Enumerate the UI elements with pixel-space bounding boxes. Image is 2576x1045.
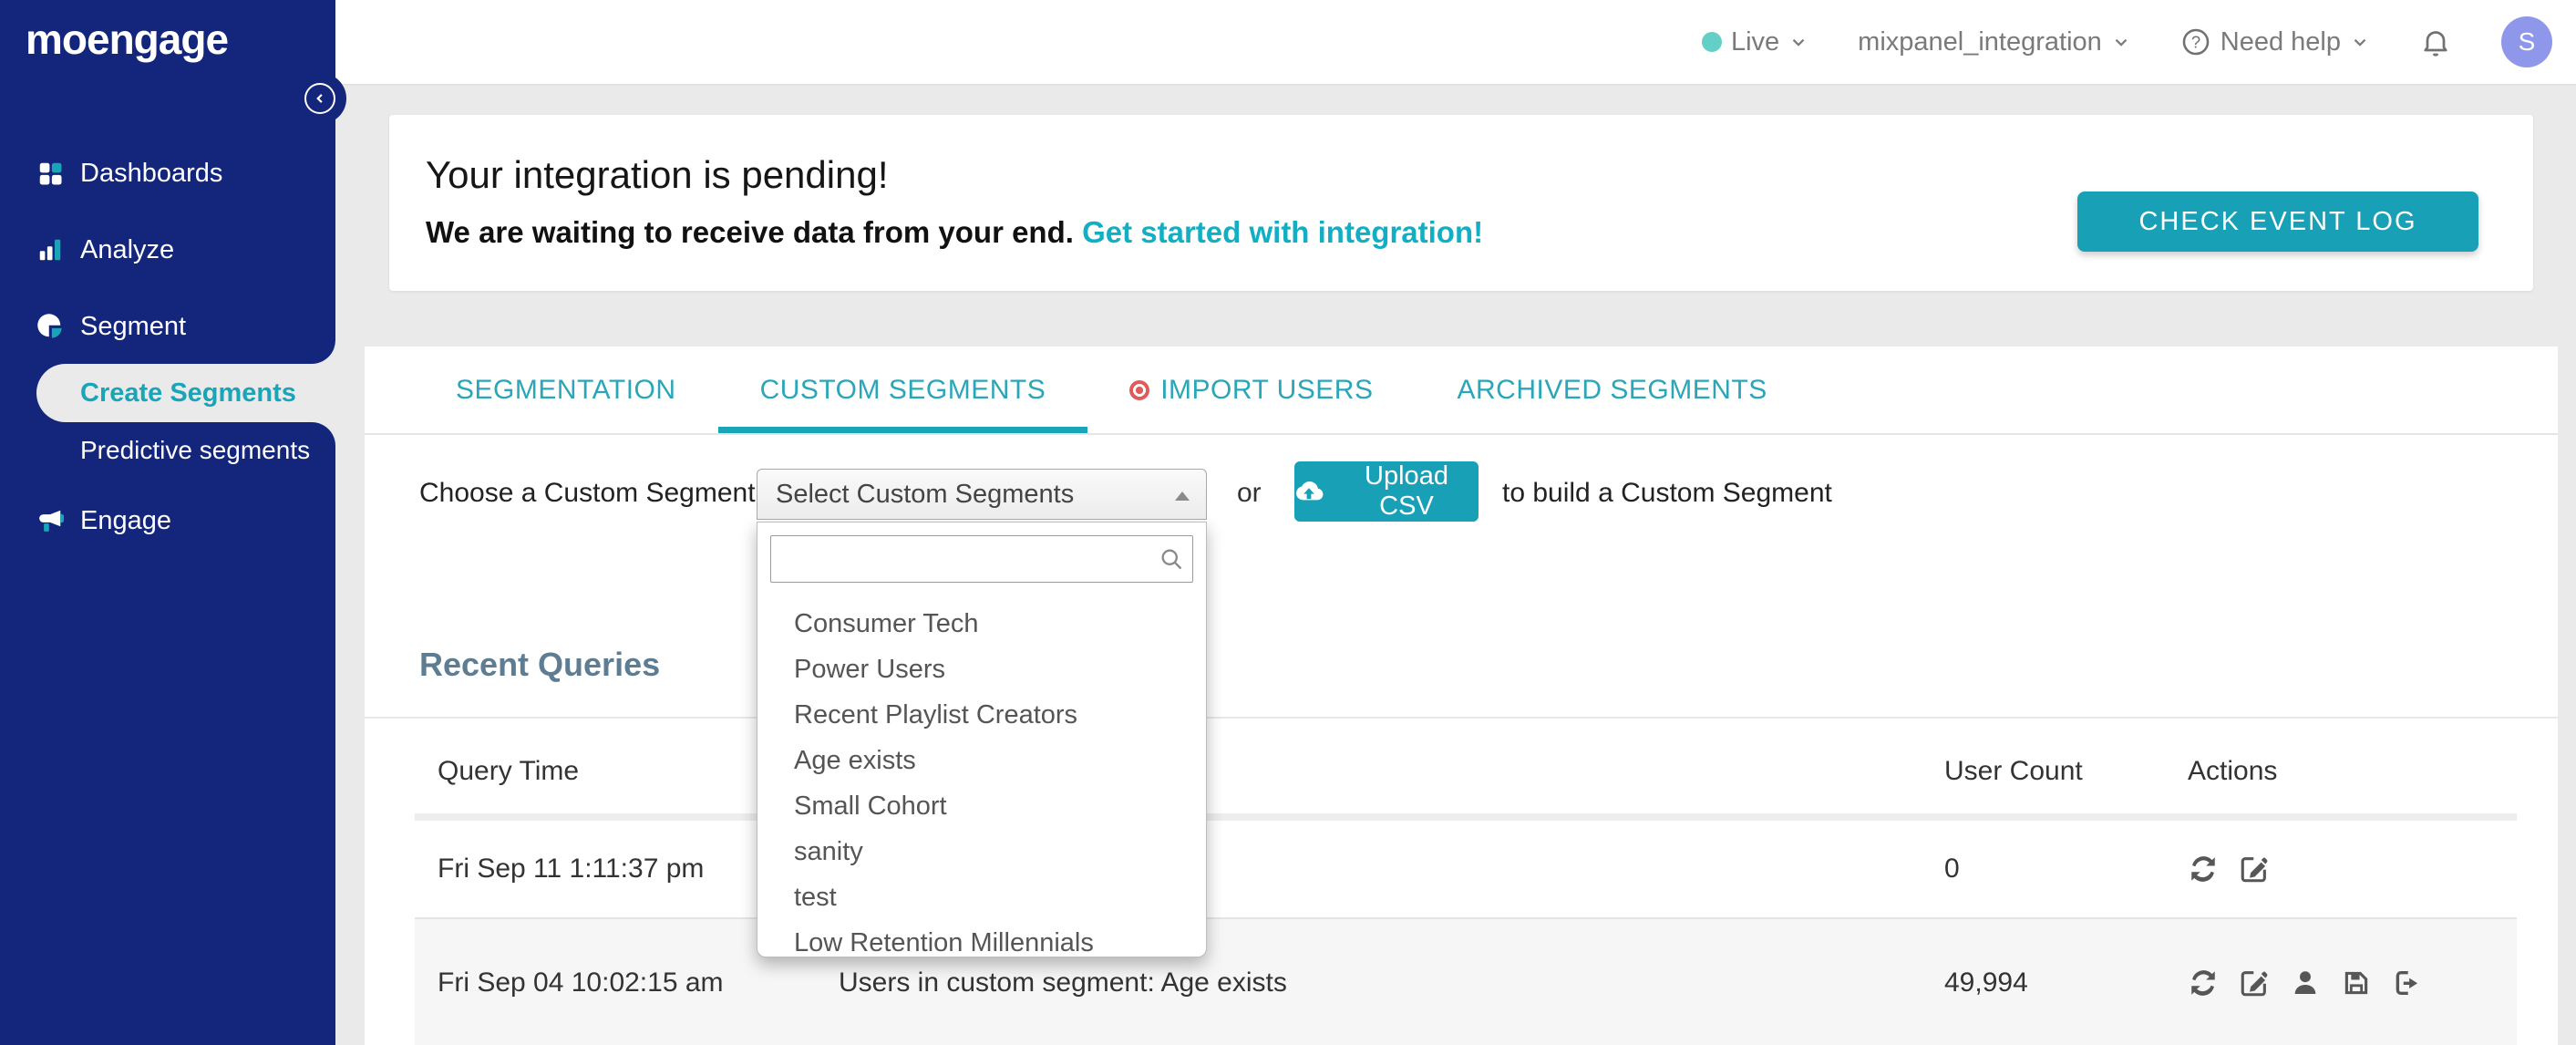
check-event-log-button[interactable]: CHECK EVENT LOG [2077, 191, 2478, 252]
sidebar-item-engage[interactable]: Engage [0, 501, 335, 541]
sidebar-item-dashboards[interactable]: Dashboards [0, 153, 335, 193]
sidebar-item-predictive-segments[interactable]: Predictive segments [36, 432, 335, 469]
edit-icon[interactable] [2239, 967, 2270, 998]
user-avatar[interactable]: S [2501, 16, 2552, 67]
top-header: Live mixpanel_integration ? Need help S [335, 0, 2576, 86]
upload-csv-label: Upload CSV [1365, 461, 1448, 521]
actions-cell [2174, 967, 2517, 998]
sidebar-collapse-button[interactable] [304, 83, 335, 114]
search-icon [1159, 546, 1184, 576]
megaphone-icon [36, 507, 66, 534]
custom-segment-dropdown: Consumer Tech Power Users Recent Playlist … [757, 522, 1207, 957]
segment-tabs: SEGMENTATION CUSTOM SEGMENTS IMPORT USER… [365, 347, 2558, 435]
export-icon[interactable] [2392, 967, 2423, 998]
custom-segment-select[interactable]: Select Custom Segments [757, 469, 1207, 520]
sidebar-item-label: Analyze [80, 234, 175, 264]
question-circle-icon: ? [2180, 26, 2211, 57]
table-row: Fri Sep 11 1:11:37 pm 0 [415, 821, 2517, 919]
column-header-user-count: User Count [1944, 756, 2083, 786]
environment-label: Live [1730, 26, 1780, 57]
dropdown-option[interactable]: test [757, 874, 1206, 920]
pie-chart-icon [36, 313, 64, 340]
banner-title: Your integration is pending! [426, 153, 889, 196]
bar-chart-icon [36, 236, 64, 264]
get-started-link[interactable]: Get started with integration! [1082, 215, 1483, 249]
query-time-cell: Fri Sep 04 10:02:15 am [438, 967, 724, 998]
query-cell: Users in custom segment: Age exists [839, 967, 1287, 998]
recent-queries-table: Query Time User Count Actions Fri Sep 11… [415, 729, 2517, 1045]
workspace-dropdown[interactable]: mixpanel_integration [1858, 27, 2131, 57]
build-segment-text: to build a Custom Segment [1502, 478, 1832, 508]
refresh-icon[interactable] [2188, 967, 2219, 998]
select-value: Select Custom Segments [776, 480, 1075, 509]
chevron-left-icon [312, 90, 328, 107]
red-status-dot-icon [1129, 379, 1150, 400]
tab-custom-segments[interactable]: CUSTOM SEGMENTS [717, 347, 1088, 433]
live-status-dot-icon [1701, 32, 1722, 52]
dropdown-options: Consumer Tech Power Users Recent Playlist … [757, 595, 1206, 966]
sidebar-item-label: Dashboards [80, 158, 223, 188]
segments-card: SEGMENTATION CUSTOM SEGMENTS IMPORT USER… [365, 347, 2558, 1045]
need-help-label: Need help [2220, 26, 2341, 57]
dropdown-option[interactable]: Recent Playlist Creators [757, 692, 1206, 738]
dashboards-grid-icon [36, 160, 64, 187]
column-header-actions: Actions [2188, 756, 2278, 786]
chevron-down-icon [1788, 32, 1808, 52]
or-text: or [1237, 478, 1262, 508]
dropdown-option[interactable]: Age exists [757, 738, 1206, 783]
sidebar-item-label: Segment [80, 311, 187, 341]
sidebar: moengage Dashboards Analyze Segment Crea… [0, 0, 346, 1045]
need-help-dropdown[interactable]: ? Need help [2180, 26, 2370, 57]
upload-csv-button[interactable]: Upload CSV [1294, 461, 1479, 522]
sidebar-subitem-label: Create Segments [80, 378, 296, 408]
tab-label: ARCHIVED SEGMENTS [1457, 374, 1767, 405]
chevron-down-icon [2111, 32, 2131, 52]
environment-dropdown[interactable]: Live [1701, 26, 1808, 57]
edit-icon[interactable] [2239, 854, 2270, 885]
tab-archived-segments[interactable]: ARCHIVED SEGMENTS [1415, 347, 1808, 433]
table-header-row: Query Time User Count Actions [415, 729, 2517, 821]
sidebar-item-analyze[interactable]: Analyze [0, 230, 335, 270]
workspace-label: mixpanel_integration [1858, 26, 2102, 57]
dropdown-search [770, 535, 1193, 583]
tab-label: CUSTOM SEGMENTS [759, 374, 1046, 405]
tab-label: IMPORT USERS [1160, 374, 1374, 405]
tab-label: SEGMENTATION [456, 374, 676, 405]
user-count-cell: 49,994 [1944, 967, 2028, 998]
dropdown-option[interactable]: Small Cohort [757, 783, 1206, 829]
sidebar-item-label: Engage [80, 505, 171, 535]
sidebar-notch-top [306, 340, 335, 364]
banner-message: We are waiting to receive data from your… [426, 215, 1483, 250]
svg-text:?: ? [2191, 33, 2200, 52]
triangle-up-icon [1175, 491, 1190, 501]
notifications-bell-icon[interactable] [2419, 26, 2452, 58]
dropdown-option[interactable]: Consumer Tech [757, 601, 1206, 647]
integration-pending-banner: Your integration is pending! We are wait… [389, 115, 2533, 291]
sidebar-subitem-label: Predictive segments [80, 436, 311, 464]
banner-message-text: We are waiting to receive data from your… [426, 215, 1083, 249]
dropdown-option[interactable]: Low Retention Millennials [757, 920, 1206, 966]
avatar-initial: S [2518, 27, 2536, 56]
choose-segment-label: Choose a Custom Segment: [419, 478, 763, 508]
tab-segmentation[interactable]: SEGMENTATION [414, 347, 718, 433]
dropdown-option[interactable]: Power Users [757, 647, 1206, 692]
save-icon[interactable] [2341, 967, 2372, 998]
moengage-logo[interactable]: moengage [26, 15, 229, 64]
recent-queries-title: Recent Queries [419, 646, 661, 683]
table-row: Fri Sep 04 10:02:15 am Users in custom s… [415, 919, 2517, 1045]
user-count-cell: 0 [1944, 854, 1960, 884]
user-icon[interactable] [2290, 967, 2321, 998]
dropdown-option[interactable]: sanity [757, 829, 1206, 874]
actions-cell [2174, 854, 2517, 885]
dropdown-search-input[interactable] [770, 535, 1193, 583]
chevron-down-icon [2350, 32, 2370, 52]
refresh-icon[interactable] [2188, 854, 2219, 885]
cloud-upload-icon [1294, 477, 1324, 506]
sidebar-item-create-segments[interactable]: Create Segments [36, 364, 335, 422]
tab-import-users[interactable]: IMPORT USERS [1087, 347, 1415, 433]
divider [365, 717, 2558, 719]
sidebar-item-segment[interactable]: Segment [0, 306, 335, 347]
